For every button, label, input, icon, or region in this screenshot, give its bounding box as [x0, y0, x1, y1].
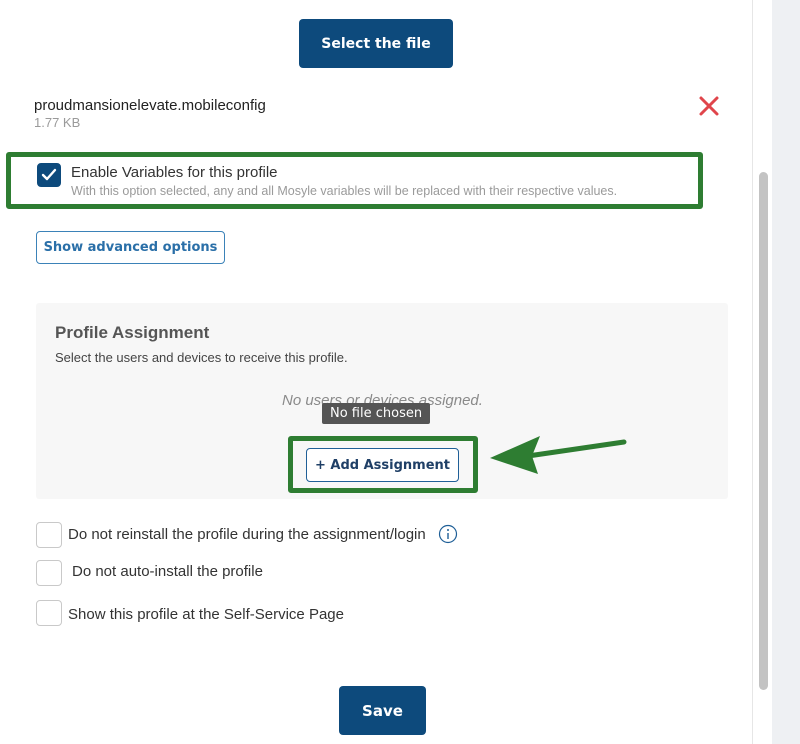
no-auto-install-label: Do not auto-install the profile: [72, 563, 263, 580]
panel-divider: [752, 0, 753, 744]
file-name: proudmansionelevate.mobileconfig: [34, 97, 266, 114]
self-service-label: Show this profile at the Self-Service Pa…: [68, 606, 344, 623]
check-icon: [41, 168, 57, 181]
enable-variables-description: With this option selected, any and all M…: [71, 184, 618, 198]
save-button[interactable]: Save: [339, 686, 426, 735]
show-advanced-options-button[interactable]: Show advanced options: [36, 231, 225, 264]
scrollbar-thumb[interactable]: [759, 172, 768, 690]
profile-assignment-subtitle: Select the users and devices to receive …: [55, 350, 348, 365]
file-tooltip: No file chosen: [322, 403, 431, 424]
no-auto-install-checkbox[interactable]: [36, 560, 62, 586]
file-size: 1.77 KB: [34, 115, 81, 130]
enable-variables-checkbox[interactable]: [37, 163, 61, 187]
self-service-checkbox[interactable]: [36, 600, 62, 626]
info-icon[interactable]: [438, 524, 458, 544]
profile-assignment-title: Profile Assignment: [55, 323, 210, 342]
side-strip: [772, 0, 800, 744]
close-icon[interactable]: [698, 95, 720, 117]
pointer-arrow-icon: [490, 436, 627, 474]
enable-variables-label: Enable Variables for this profile: [71, 164, 278, 181]
add-assignment-button[interactable]: + Add Assignment: [306, 448, 459, 482]
no-reinstall-label: Do not reinstall the profile during the …: [68, 526, 426, 543]
select-file-button[interactable]: Select the file: [299, 19, 453, 68]
no-reinstall-checkbox[interactable]: [36, 522, 62, 548]
